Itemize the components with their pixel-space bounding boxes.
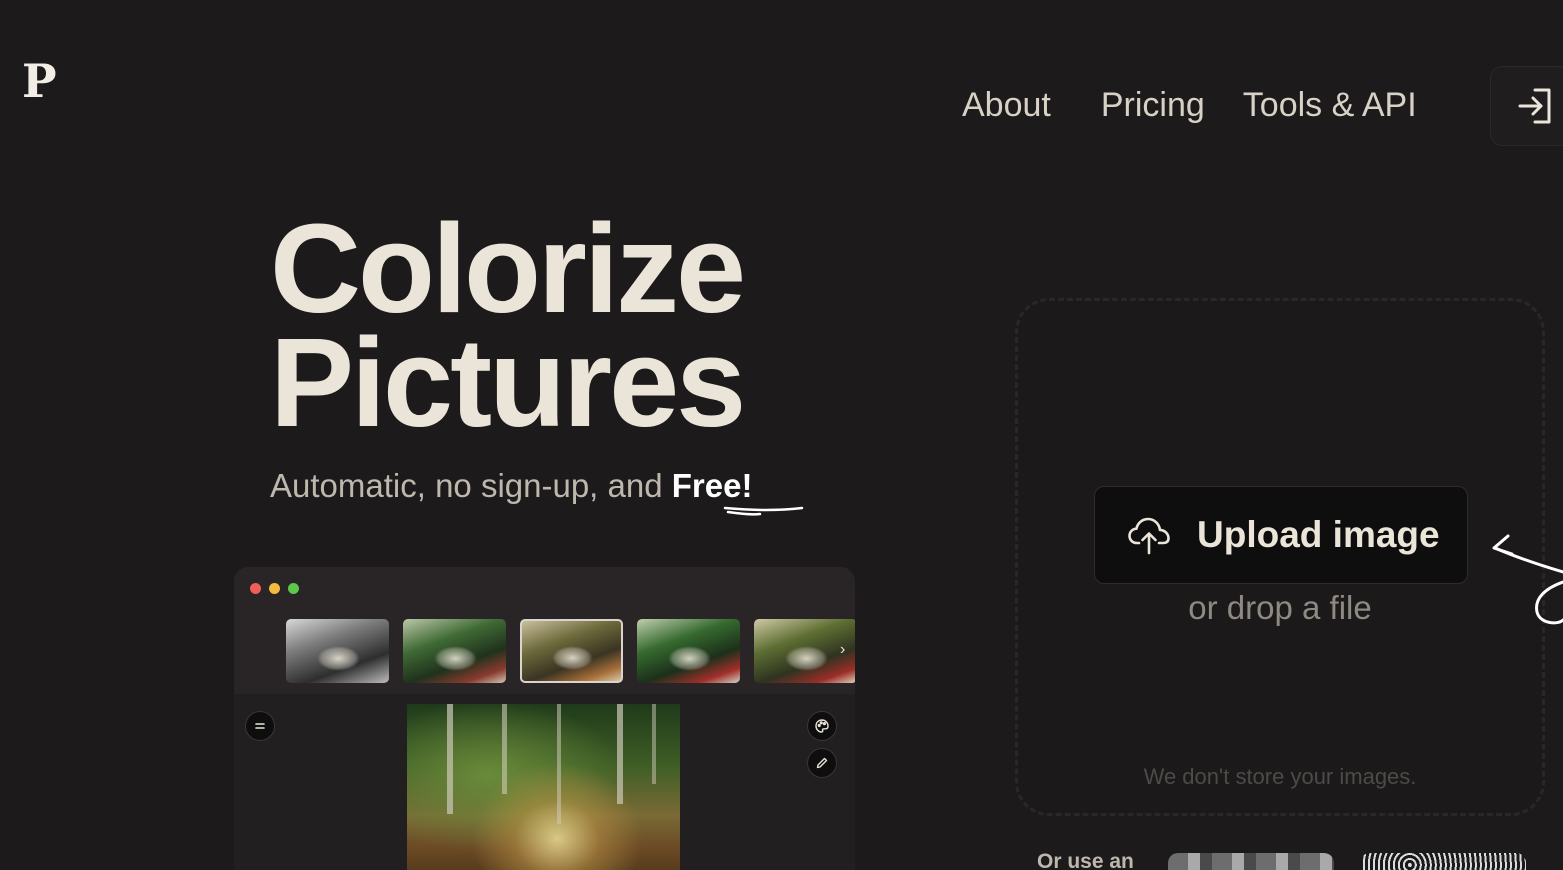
chevron-right-icon[interactable]: › <box>840 641 845 659</box>
window-minimize-dot <box>269 583 280 594</box>
menu-button[interactable] <box>245 711 275 741</box>
top-nav: About Pricing Tools & API <box>962 84 1417 126</box>
hero-subtitle: Automatic, no sign-up, and Free! <box>270 467 752 505</box>
hero-title-line2: Pictures <box>270 312 746 453</box>
menu-icon <box>255 723 265 729</box>
hero-title: Colorize Pictures <box>270 198 746 453</box>
nav-pricing-link[interactable]: Pricing <box>1101 84 1205 126</box>
privacy-note: We don't store your images. <box>1143 764 1417 789</box>
cloud-upload-icon <box>1127 515 1171 555</box>
underline-squiggle-icon <box>723 506 804 516</box>
thumbnail-original[interactable] <box>286 619 389 683</box>
login-icon <box>1518 88 1551 124</box>
hero-title-line1: Colorize <box>270 198 746 339</box>
example-image-2[interactable] <box>1360 853 1526 870</box>
app-preview-window: › <box>234 567 855 870</box>
subtitle-lead: Automatic, no sign-up, and <box>270 467 672 504</box>
thumbnail-strip <box>286 619 855 683</box>
window-controls <box>250 583 299 594</box>
login-button[interactable] <box>1490 66 1563 146</box>
editor-area <box>234 694 855 870</box>
palette-button[interactable] <box>807 711 837 741</box>
edit-button[interactable] <box>807 748 837 778</box>
nav-tools-api-link[interactable]: Tools & API <box>1243 84 1417 126</box>
example-image-1[interactable] <box>1168 853 1334 870</box>
nav-about-link[interactable]: About <box>962 84 1051 126</box>
colorized-photo <box>407 704 680 870</box>
subtitle-free: Free! <box>671 467 753 504</box>
logo[interactable]: P <box>22 58 57 104</box>
thumbnail-variant[interactable] <box>403 619 506 683</box>
thumbnail-variant[interactable] <box>637 619 740 683</box>
window-maximize-dot <box>288 583 299 594</box>
examples-lead-text: Or use an <box>1037 850 1134 870</box>
palette-icon <box>815 719 829 733</box>
thumbnail-variant-selected[interactable] <box>520 619 623 683</box>
window-close-dot <box>250 583 261 594</box>
upload-image-button[interactable]: Upload image <box>1094 486 1468 584</box>
hand-drawn-arrow-icon <box>1492 534 1563 625</box>
upload-image-label: Upload image <box>1197 514 1440 555</box>
pencil-icon <box>816 757 828 769</box>
page: P About Pricing Tools & API Colorize Pic… <box>0 0 1563 870</box>
drop-file-text: or drop a file <box>1188 589 1372 626</box>
